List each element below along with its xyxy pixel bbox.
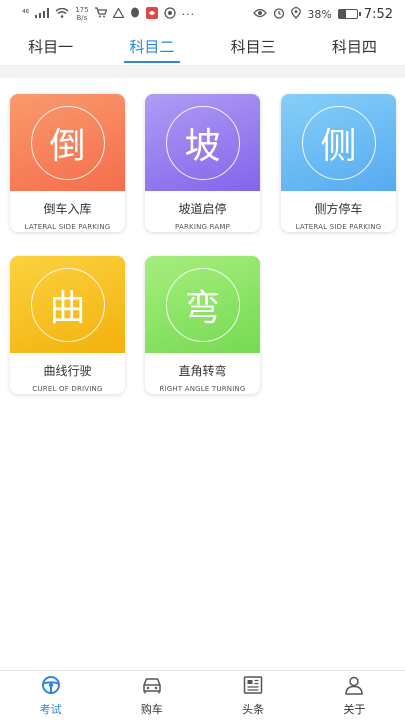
card-emblem: 倒 (30, 105, 105, 180)
net-speed: 175 B/s (75, 6, 88, 22)
card-title: 侧方停车 (314, 202, 363, 216)
subject-tabs: 科目一 科目二 科目三 科目四 (0, 28, 405, 66)
card-title: 坡道启停 (178, 202, 227, 216)
card-subtitle: RIGHT ANGLE TURNING (159, 385, 246, 393)
nav-exam-label: 考试 (39, 702, 62, 716)
nav-buy-car[interactable]: 购车 (101, 671, 202, 720)
battery-fill (338, 10, 346, 18)
battery-percent: 38% (307, 7, 332, 21)
app-circle-icon (163, 6, 176, 22)
card-subtitle: LATERAL SIDE PARKING (24, 223, 111, 231)
signal-bars-icon (35, 7, 50, 21)
card-emblem: 坡 (165, 105, 240, 180)
card-side-parking[interactable]: 侧 侧方停车 LATERAL SIDE PARKING (281, 94, 396, 232)
card-emblem: 弯 (165, 267, 240, 342)
card-title: 曲线行驶 (43, 364, 92, 378)
tab-subject-1[interactable]: 科目一 (0, 28, 101, 65)
nav-headlines[interactable]: 头条 (203, 671, 304, 720)
tab-subject-4[interactable]: 科目四 (304, 28, 405, 65)
status-bar-left: ⁴⁶ 175 B/s ··· (22, 6, 195, 22)
location-icon (291, 6, 302, 22)
card-title: 直角转弯 (178, 364, 227, 378)
nav-about-label: 关于 (343, 702, 366, 716)
clock: 7:52 (363, 6, 393, 22)
news-icon (242, 675, 264, 698)
card-banner: 曲 (10, 256, 125, 353)
penguin-icon (130, 7, 140, 21)
person-icon (343, 675, 365, 698)
card-banner: 弯 (145, 256, 260, 353)
card-ramp-start[interactable]: 坡 坡道启停 PARKING RAMP (145, 94, 260, 232)
card-banner: 侧 (281, 94, 396, 191)
app-badge-icon (145, 6, 158, 22)
nav-about[interactable]: 关于 (304, 671, 405, 720)
signal-indicator: ⁴⁶ (22, 9, 30, 19)
alarm-icon (273, 7, 285, 22)
more-icon: ··· (181, 7, 196, 21)
card-banner: 坡 (145, 94, 260, 191)
car-icon (141, 675, 163, 698)
nav-buy-car-label: 购车 (140, 702, 163, 716)
net-speed-value: 175 (75, 6, 89, 14)
card-right-angle-turn[interactable]: 弯 直角转弯 RIGHT ANGLE TURNING (145, 256, 260, 394)
card-title: 倒车入库 (43, 202, 92, 216)
card-subtitle: LATERAL SIDE PARKING (295, 223, 382, 231)
card-subtitle: PARKING RAMP (175, 223, 230, 231)
card-emblem: 侧 (301, 105, 376, 180)
card-reverse-parking[interactable]: 倒 倒车入库 LATERAL SIDE PARKING (10, 94, 125, 232)
status-bar-right: 38% 7:52 (253, 7, 393, 22)
card-banner: 倒 (10, 94, 125, 191)
tab-subject-3[interactable]: 科目三 (203, 28, 304, 65)
bottom-nav: 考试 购车 头条 关于 (0, 670, 405, 720)
cart-icon (94, 7, 108, 21)
nav-headlines-label: 头条 (242, 702, 265, 716)
net-speed-unit: B/s (76, 14, 88, 22)
warning-icon (112, 6, 125, 21)
status-bar: ⁴⁶ 175 B/s ··· 38% 7:52 (0, 0, 405, 28)
steering-wheel-icon (40, 675, 62, 698)
section-divider (0, 66, 405, 78)
tab-subject-2[interactable]: 科目二 (101, 28, 202, 65)
battery-icon (337, 9, 361, 19)
card-subtitle: CUREL OF DRIVING (32, 385, 103, 393)
wifi-icon (55, 7, 69, 21)
card-emblem: 曲 (30, 267, 105, 342)
nav-exam[interactable]: 考试 (0, 671, 101, 720)
card-curve-driving[interactable]: 曲 曲线行驶 CUREL OF DRIVING (10, 256, 125, 394)
eye-icon (253, 8, 268, 21)
